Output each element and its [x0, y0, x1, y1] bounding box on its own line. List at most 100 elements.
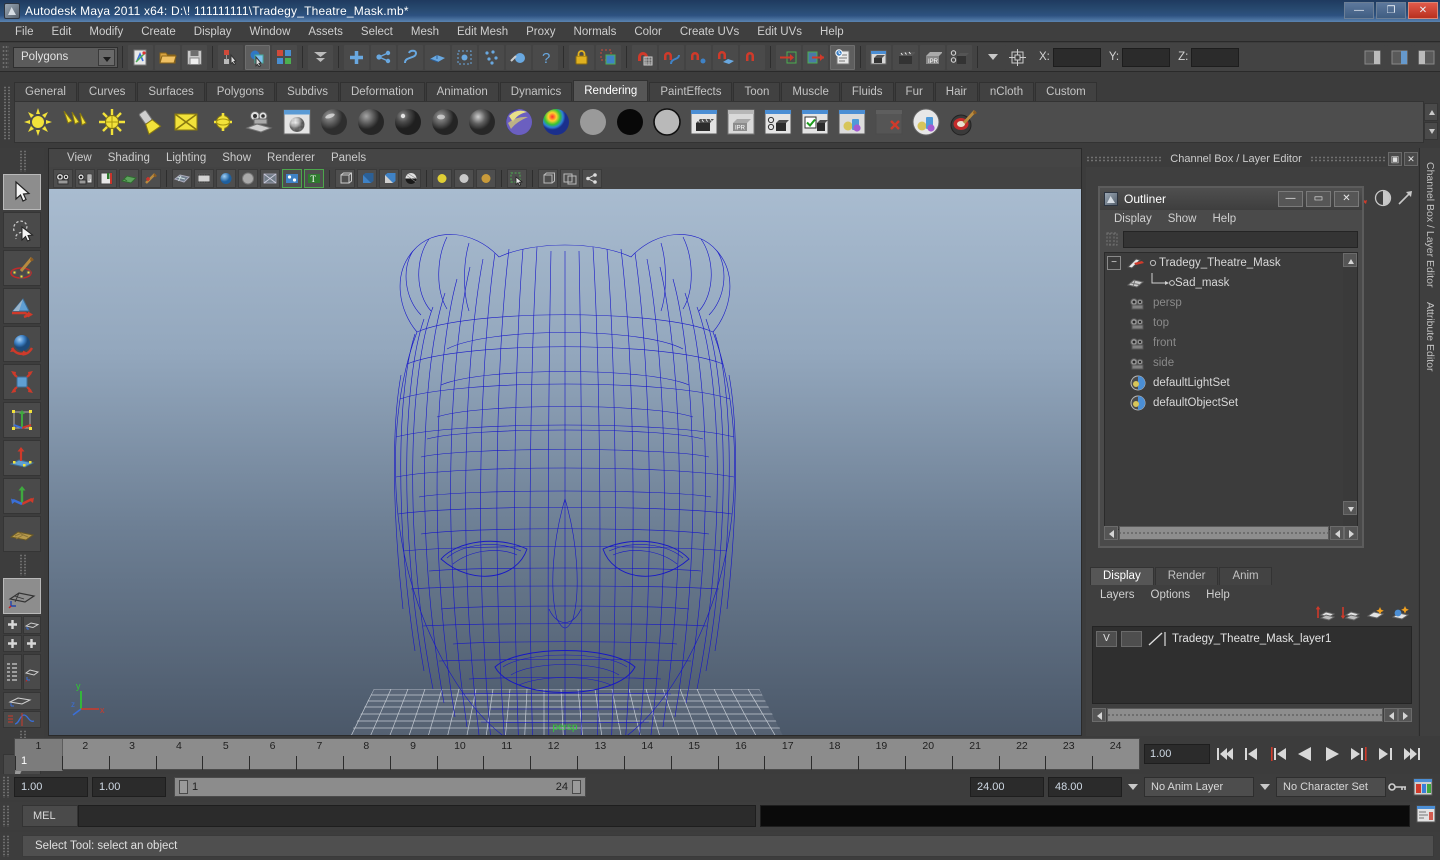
soft-modification-tool-icon[interactable]: [3, 440, 41, 476]
move-layer-down-icon[interactable]: [1340, 605, 1361, 624]
film-gate-icon[interactable]: [194, 168, 214, 188]
xray-icon[interactable]: [260, 168, 280, 188]
resolution-gate-icon[interactable]: [216, 168, 236, 188]
panel-drag-handle-right[interactable]: [1309, 155, 1386, 162]
isolate-select-icon[interactable]: [507, 168, 527, 188]
close-icon[interactable]: ✕: [1404, 151, 1418, 166]
dynamics-mask-button[interactable]: [479, 44, 504, 70]
persp-view-layout-icon[interactable]: [22, 654, 41, 690]
ipr-render-button[interactable]: IPR: [920, 44, 945, 70]
restore-window-icon[interactable]: ▣: [1388, 151, 1402, 166]
highlight-selection-mode-button[interactable]: [596, 44, 621, 70]
snap-to-curve-button[interactable]: [659, 44, 684, 70]
step-forward-keyframe-icon[interactable]: [1373, 742, 1399, 766]
menu-set-selector[interactable]: Polygons: [13, 46, 118, 68]
outliner-persp-layout-icon[interactable]: [3, 654, 22, 690]
outliner-item-tradegy-theatre-mask[interactable]: − Tradegy_Theatre_Mask: [1105, 253, 1357, 273]
expander-collapse-icon[interactable]: −: [1107, 256, 1121, 270]
universal-manipulator-icon[interactable]: [3, 402, 41, 438]
outliner-minimize-button[interactable]: —: [1278, 191, 1303, 207]
two-d-pan-zoom-icon[interactable]: [141, 168, 161, 188]
shelf-tab-dynamics[interactable]: Dynamics: [499, 82, 573, 101]
range-slider-grip[interactable]: [2, 776, 10, 798]
scroll-left-button-2[interactable]: [1330, 526, 1344, 540]
outliner-title-bar[interactable]: Outliner — ▭ ✕: [1100, 188, 1362, 210]
menu-color[interactable]: Color: [625, 24, 670, 40]
go-to-end-icon[interactable]: [1400, 742, 1426, 766]
gate-mask-icon[interactable]: [238, 168, 258, 188]
command-line-grip[interactable]: [2, 805, 10, 827]
transform-x-field[interactable]: [1052, 47, 1101, 67]
auto-keyframe-icon[interactable]: [1386, 780, 1410, 794]
rendering-mask-button[interactable]: [506, 44, 531, 70]
use-background-icon[interactable]: [613, 106, 646, 139]
menu-modify[interactable]: Modify: [80, 24, 132, 40]
menu-window[interactable]: Window: [240, 24, 299, 40]
image-plane-icon[interactable]: [119, 168, 139, 188]
render-current-frame-icon[interactable]: [687, 106, 720, 139]
camera-attributes-icon[interactable]: [75, 168, 95, 188]
outliner-menu-show[interactable]: Show: [1160, 213, 1205, 225]
step-forward-frame-icon[interactable]: [1346, 742, 1372, 766]
rail-label-attribute-editor[interactable]: Attribute Editor: [1424, 302, 1436, 371]
shelf-tab-surfaces[interactable]: Surfaces: [137, 82, 205, 101]
layer-type-icon[interactable]: [1146, 631, 1168, 647]
transform-y-field[interactable]: [1122, 47, 1171, 67]
play-forwards-icon[interactable]: [1319, 742, 1345, 766]
input-connections-button[interactable]: [776, 44, 801, 70]
scroll-up-button[interactable]: [1343, 253, 1357, 267]
xray-joints-icon[interactable]: [282, 168, 302, 188]
persp-graph-layout-icon[interactable]: [3, 692, 41, 710]
outliner-item-defaultlightset[interactable]: defaultLightSet: [1105, 373, 1357, 393]
new-scene-button[interactable]: [128, 44, 153, 70]
range-slider-bar[interactable]: 1 24: [174, 777, 586, 797]
character-set-chevron-down-icon[interactable]: [1257, 777, 1273, 797]
layer-scroll-thumb[interactable]: [1107, 708, 1383, 722]
shelf-tab-animation[interactable]: Animation: [425, 82, 499, 101]
outliner-menu-help[interactable]: Help: [1205, 213, 1245, 225]
shelf-tab-hair[interactable]: Hair: [934, 82, 978, 101]
scroll-right-button[interactable]: [1344, 526, 1358, 540]
handles-mask-button[interactable]: [344, 44, 369, 70]
anisotropic-material-icon[interactable]: [465, 106, 498, 139]
shelf-tab-ncloth[interactable]: nCloth: [978, 82, 1035, 101]
show-channel-box-button[interactable]: [1360, 44, 1385, 70]
single-object-icon[interactable]: [538, 168, 558, 188]
move-layer-up-icon[interactable]: [1315, 605, 1336, 624]
menu-file[interactable]: File: [6, 24, 43, 40]
viewport-canvas[interactable]: y x z persp: [49, 189, 1081, 735]
shelf-tab-deformation[interactable]: Deformation: [339, 82, 425, 101]
playback-start-time-field[interactable]: 1.00: [92, 777, 166, 797]
shelf-tab-rendering[interactable]: Rendering: [573, 80, 649, 101]
misc-mask-button[interactable]: ?: [533, 44, 558, 70]
shelf-tab-curves[interactable]: Curves: [77, 82, 137, 101]
show-attribute-editor-button[interactable]: [1387, 44, 1412, 70]
animation-end-time-field[interactable]: 48.00: [1048, 777, 1122, 797]
shelf-tab-subdivs[interactable]: Subdivs: [276, 82, 339, 101]
outliner-horizontal-scrollbar[interactable]: [1104, 525, 1358, 541]
two-pane-layout-icon[interactable]: [3, 634, 22, 652]
single-perspective-view-icon[interactable]: [3, 578, 41, 614]
select-by-component-type-button[interactable]: [272, 44, 297, 70]
layer-scroll-left-button[interactable]: [1092, 708, 1106, 722]
shelf-scroll-up-button[interactable]: [1424, 103, 1438, 121]
tab-render[interactable]: Render: [1154, 567, 1219, 585]
last-tool-used-icon[interactable]: [3, 516, 41, 552]
chevron-down-icon[interactable]: [98, 48, 115, 66]
anim-layer-selector[interactable]: No Anim Layer: [1144, 777, 1254, 797]
surfaces-mask-button[interactable]: [425, 44, 450, 70]
minimize-button[interactable]: —: [1344, 2, 1374, 19]
shelf-tab-painteffects[interactable]: PaintEffects: [649, 82, 733, 101]
rotate-tool-icon[interactable]: [3, 326, 41, 362]
menu-mesh[interactable]: Mesh: [402, 24, 448, 40]
hierarchy-mask-icon[interactable]: [308, 44, 333, 70]
outliner-item-front[interactable]: front: [1105, 333, 1357, 353]
shelf-tab-polygons[interactable]: Polygons: [205, 82, 276, 101]
paint-select-tool-icon[interactable]: [3, 250, 41, 286]
save-scene-button[interactable]: [182, 44, 207, 70]
ambient-light-icon[interactable]: [21, 106, 54, 139]
render-layers-icon[interactable]: [835, 106, 868, 139]
close-button[interactable]: ✕: [1408, 2, 1438, 19]
animation-start-time-field[interactable]: 1.00: [14, 777, 88, 797]
toolbox-grip[interactable]: [18, 150, 26, 172]
